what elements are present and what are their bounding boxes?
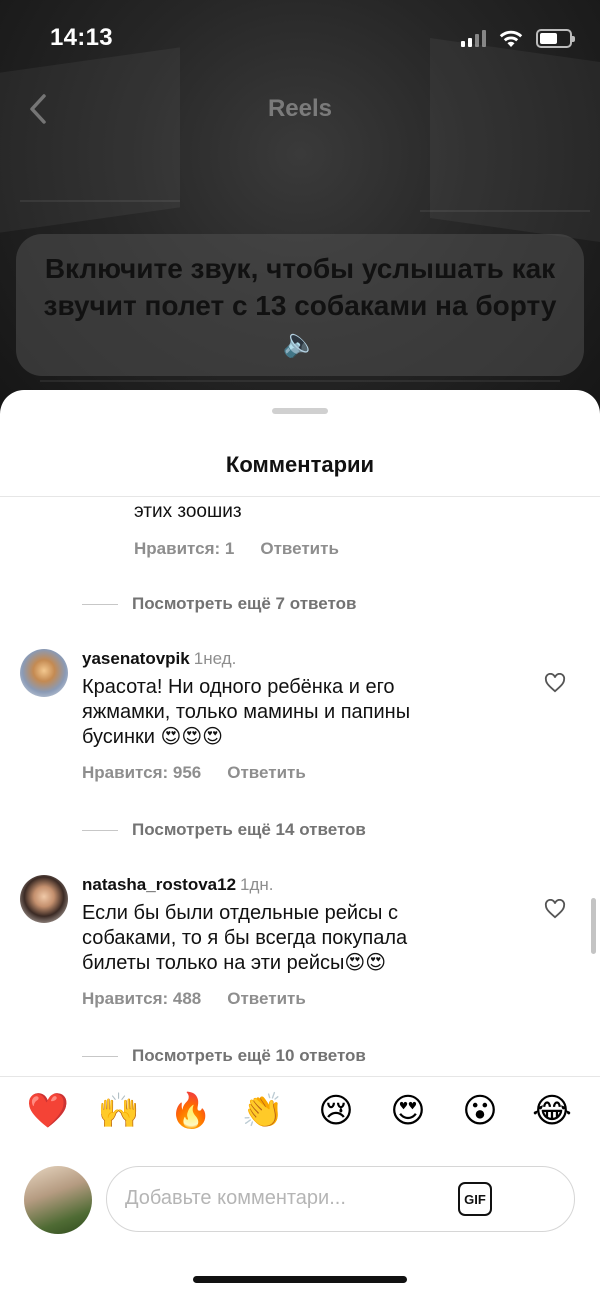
emoji-reaction-bar: ❤️ 🙌 🔥 👏 😢 😍 😮 😂 <box>0 1076 600 1146</box>
username[interactable]: yasenatovpik <box>82 649 190 668</box>
comment-input[interactable]: Добавьте комментари... GIF <box>106 1166 575 1232</box>
comment-meta: Нравится: 1 Ответить <box>134 539 339 559</box>
comment-time: 1дн. <box>240 875 274 894</box>
comments-list[interactable]: этих зоошиз Нравится: 1 Ответить Посмотр… <box>0 497 600 1077</box>
comment-input-placeholder: Добавьте комментари... <box>125 1187 346 1209</box>
reply-button[interactable]: Ответить <box>260 539 339 559</box>
view-more-replies-button[interactable]: Посмотреть ещё 10 ответов <box>82 1046 366 1066</box>
heart-eyes-emoji-button[interactable]: 😍 <box>386 1089 430 1133</box>
status-bar: 14:13 <box>0 0 600 80</box>
raising-hands-emoji-button[interactable]: 🙌 <box>97 1089 141 1133</box>
comment-meta: Нравится: 956 Ответить <box>82 763 306 783</box>
comment-meta: Нравится: 488 Ответить <box>82 989 306 1009</box>
cellular-signal-icon <box>461 29 486 47</box>
likes-count: Нравится: 1 <box>134 539 235 558</box>
view-replies-label: Посмотреть ещё 10 ответов <box>132 1046 366 1065</box>
status-time: 14:13 <box>50 24 113 51</box>
comment-header: yasenatovpik 1нед. <box>82 649 236 669</box>
replies-line <box>82 1055 118 1057</box>
sheet-drag-handle[interactable] <box>272 408 328 414</box>
heart-emoji-button[interactable]: ❤️ <box>26 1089 70 1133</box>
sheet-title: Комментарии <box>225 452 375 477</box>
heart-outline-icon[interactable] <box>544 899 566 919</box>
view-replies-label: Посмотреть ещё 14 ответов <box>132 820 366 839</box>
home-indicator[interactable] <box>193 1276 407 1283</box>
avatar[interactable] <box>20 875 68 923</box>
current-user-avatar <box>24 1166 92 1234</box>
reply-button[interactable]: Ответить <box>227 763 306 783</box>
likes-count: Нравится: 488 <box>82 989 202 1008</box>
laughing-emoji-button[interactable]: 😂 <box>530 1089 574 1133</box>
username[interactable]: natasha_rostova12 <box>82 875 236 894</box>
comment-text: этих зоошиз <box>134 501 242 522</box>
heart-outline-icon[interactable] <box>544 673 566 693</box>
reel-caption-card: Включите звук, чтобы услышать как звучит… <box>16 234 584 376</box>
comment-text: Красота! Ни одного ребёнка и его яжмамки… <box>82 676 411 748</box>
reels-title: Reels <box>267 95 333 122</box>
replies-line <box>82 829 118 831</box>
scrollbar[interactable] <box>591 898 596 954</box>
comment-header: natasha_rostova12 1дн. <box>82 875 274 895</box>
gif-button[interactable]: GIF <box>458 1182 492 1216</box>
reel-caption-text: Включите звук, чтобы услышать как звучит… <box>43 252 557 358</box>
comments-sheet: Комментарии этих зоошиз Нравится: 1 Отве… <box>0 390 600 1297</box>
comment-time: 1нед. <box>193 649 237 668</box>
crying-emoji-button[interactable]: 😢 <box>314 1089 358 1133</box>
view-more-replies-button[interactable]: Посмотреть ещё 14 ответов <box>82 820 366 840</box>
view-replies-label: Посмотреть ещё 7 ответов <box>132 594 357 613</box>
battery-icon <box>536 28 575 48</box>
replies-line <box>82 603 118 605</box>
comment-item: natasha_rostova12 1дн. Если бы были отдел… <box>0 869 600 1049</box>
status-icons <box>461 28 575 48</box>
reply-button[interactable]: Ответить <box>227 989 306 1009</box>
comment-item: yasenatovpik 1нед. Красота! Ни одного реб… <box>0 643 600 823</box>
comment-text: Если бы были отдельные рейсы с собаками,… <box>82 902 408 974</box>
view-more-replies-button[interactable]: Посмотреть ещё 7 ответов <box>82 594 356 614</box>
clapping-emoji-button[interactable]: 👏 <box>241 1089 285 1133</box>
wifi-icon <box>499 30 523 47</box>
likes-count: Нравится: 956 <box>82 763 202 782</box>
avatar[interactable] <box>20 649 68 697</box>
fire-emoji-button[interactable]: 🔥 <box>169 1089 213 1133</box>
surprised-emoji-button[interactable]: 😮 <box>458 1089 502 1133</box>
